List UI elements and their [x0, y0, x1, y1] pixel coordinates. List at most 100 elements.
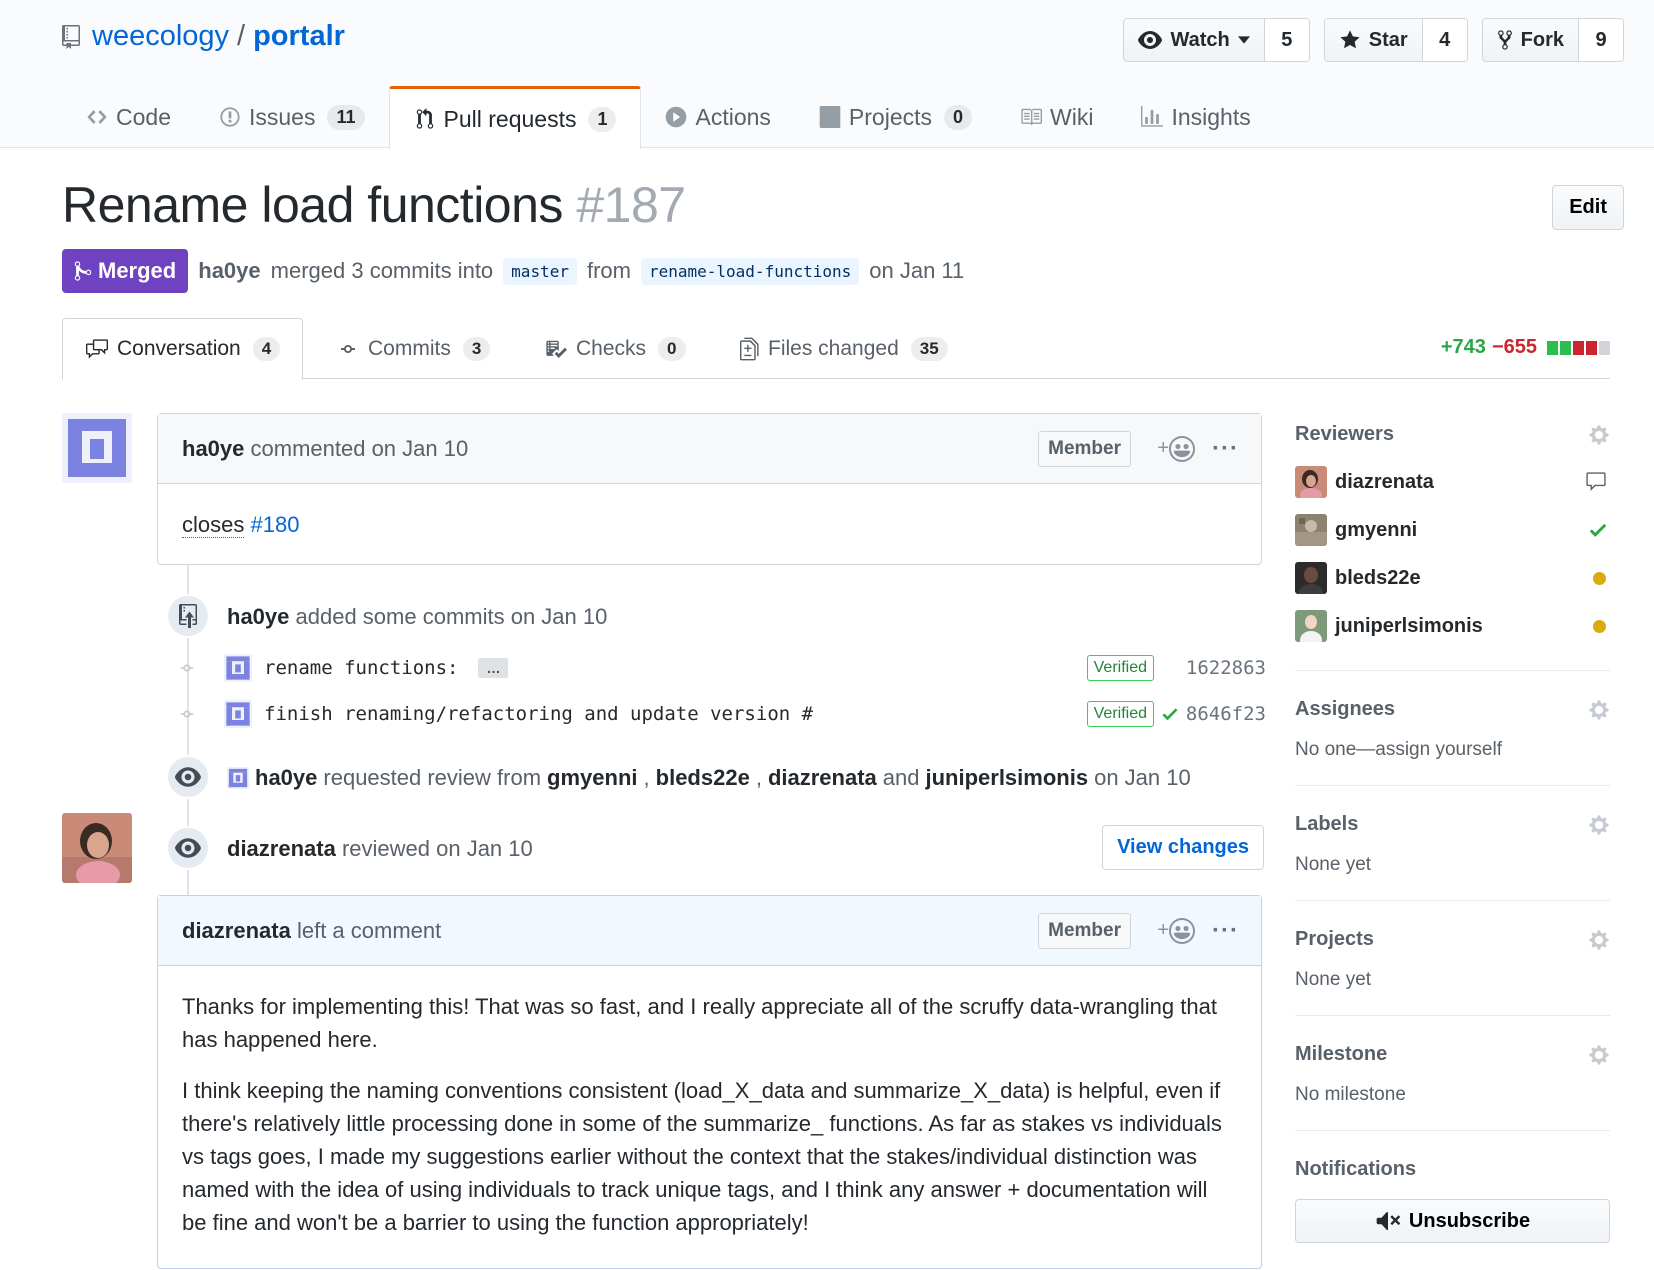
- gear-icon[interactable]: [1588, 424, 1610, 446]
- tab-issues[interactable]: Issues 11: [195, 86, 389, 148]
- more-options-button[interactable]: ···: [1212, 435, 1239, 463]
- assign-yourself-link[interactable]: No one—assign yourself: [1295, 739, 1610, 761]
- gear-icon[interactable]: [1588, 1044, 1610, 1066]
- pr-title-text: Rename load functions: [62, 177, 563, 233]
- from-text: from: [586, 258, 631, 283]
- tab-wiki[interactable]: Wiki: [996, 86, 1117, 148]
- star-label: Star: [1368, 28, 1408, 51]
- gear-icon[interactable]: [1588, 929, 1610, 951]
- edit-title-button[interactable]: Edit: [1552, 185, 1624, 230]
- commit-sha-link[interactable]: 1622863: [1186, 657, 1266, 679]
- repo-owner-link[interactable]: weecology: [92, 20, 229, 53]
- star-count[interactable]: 4: [1422, 19, 1467, 61]
- pr-number: #187: [576, 177, 686, 233]
- avatar[interactable]: [62, 813, 132, 883]
- verified-badge[interactable]: Verified: [1086, 655, 1154, 681]
- tab-files-changed[interactable]: Files changed 35: [740, 318, 948, 379]
- eye-icon: [175, 838, 201, 858]
- additions-count: +743: [1440, 336, 1486, 358]
- star-group: Star 4: [1323, 18, 1468, 62]
- view-changes-button[interactable]: View changes: [1102, 825, 1264, 870]
- unsubscribe-button[interactable]: Unsubscribe: [1295, 1199, 1610, 1243]
- tab-code-label: Code: [116, 103, 171, 130]
- commits-event-author[interactable]: ha0ye: [227, 604, 289, 629]
- commit-sha-link[interactable]: 8646f23: [1186, 703, 1266, 725]
- gear-icon[interactable]: [1588, 814, 1610, 836]
- issue-link[interactable]: #180: [250, 512, 299, 537]
- add-reaction-button[interactable]: +: [1157, 917, 1195, 944]
- watch-label: Watch: [1170, 28, 1230, 51]
- reviewer-item[interactable]: juniperlsimonis: [1295, 602, 1610, 650]
- projects-heading: Projects: [1295, 927, 1374, 950]
- add-reaction-button[interactable]: +: [1157, 435, 1195, 462]
- tab-wiki-label: Wiki: [1050, 103, 1094, 130]
- labels-section: Labels None yet: [1295, 810, 1610, 901]
- commits-event-desc: added some commits on Jan 10: [295, 604, 608, 629]
- projects-counter: 0: [944, 104, 973, 130]
- avatar[interactable]: [227, 767, 249, 789]
- tab-conversation[interactable]: Conversation 4: [62, 318, 304, 380]
- merged-text: merged 3 commits into: [270, 258, 494, 283]
- fork-group: Fork 9: [1481, 18, 1624, 62]
- base-branch[interactable]: master: [503, 257, 577, 285]
- verified-badge[interactable]: Verified: [1086, 701, 1154, 727]
- tab-commits[interactable]: Commits 3: [336, 318, 491, 379]
- unsubscribe-label: Unsubscribe: [1408, 1209, 1531, 1232]
- gear-icon[interactable]: [1588, 699, 1610, 721]
- tab-code[interactable]: Code: [62, 86, 195, 148]
- comment-author[interactable]: ha0ye: [182, 436, 244, 462]
- avatar: [1295, 466, 1327, 498]
- labels-heading: Labels: [1295, 812, 1359, 835]
- tab-projects[interactable]: Projects 0: [795, 86, 996, 148]
- repo-name-link[interactable]: portalr: [253, 20, 345, 53]
- pr-title: Rename load functions #187: [62, 176, 686, 234]
- reviewer-item[interactable]: diazrenata: [1295, 458, 1610, 506]
- tab-insights[interactable]: Insights: [1117, 86, 1274, 148]
- comment-author[interactable]: diazrenata: [182, 918, 291, 944]
- avatar[interactable]: [224, 654, 252, 682]
- review-author[interactable]: diazrenata: [227, 836, 336, 861]
- avatar[interactable]: [62, 413, 132, 483]
- check-icon[interactable]: [1160, 704, 1180, 724]
- expand-commit-button[interactable]: …: [478, 658, 509, 678]
- requested-reviewer-link[interactable]: juniperlsimonis: [925, 765, 1088, 791]
- reviewers-heading: Reviewers: [1295, 422, 1394, 445]
- tab-issues-label: Issues: [248, 103, 316, 130]
- review-request-author[interactable]: ha0ye: [255, 765, 317, 791]
- star-button[interactable]: Star: [1324, 19, 1423, 61]
- head-branch[interactable]: rename-load-functions: [640, 257, 860, 285]
- fork-count[interactable]: 9: [1579, 19, 1623, 61]
- tab-pull-requests[interactable]: Pull requests 1: [388, 86, 642, 149]
- commit-row: rename functions: … Verified 1622863: [176, 648, 1266, 688]
- commit-message-link[interactable]: rename functions:: [264, 657, 458, 679]
- repo-title: weecology / portalr: [62, 20, 345, 53]
- reaction-plus: +: [1157, 437, 1169, 459]
- milestone-heading: Milestone: [1295, 1042, 1388, 1065]
- fork-button[interactable]: Fork: [1482, 19, 1579, 61]
- commit-message-link[interactable]: finish renaming/refactoring and update v…: [264, 703, 813, 725]
- reviewer-item[interactable]: bleds22e: [1295, 554, 1610, 602]
- separator-comma: ,: [643, 765, 650, 790]
- more-options-button[interactable]: ···: [1212, 917, 1239, 945]
- member-badge: Member: [1038, 430, 1131, 467]
- requested-reviewer-link[interactable]: bleds22e: [656, 765, 750, 791]
- requested-reviewer-link[interactable]: diazrenata: [768, 765, 877, 791]
- commit-row: finish renaming/refactoring and update v…: [176, 694, 1266, 734]
- pr-author-link[interactable]: ha0ye: [198, 258, 260, 284]
- member-badge: Member: [1038, 912, 1131, 949]
- tab-checks[interactable]: Checks 0: [544, 318, 686, 379]
- tab-actions[interactable]: Actions: [641, 86, 794, 148]
- tab-files-label: Files changed: [768, 336, 899, 360]
- watch-button[interactable]: Watch: [1124, 19, 1265, 61]
- commit-dot-icon: [176, 703, 198, 725]
- files-counter: 35: [910, 336, 948, 361]
- reviewer-item[interactable]: gmyenni: [1295, 506, 1610, 554]
- reviewers-section: Reviewers diazrenata gmyenni bleds22e ju…: [1295, 420, 1610, 671]
- avatar: [1295, 610, 1327, 642]
- review-comment: diazrenata left a comment Member + ··· T…: [157, 895, 1262, 1269]
- identicon: [62, 413, 132, 483]
- avatar[interactable]: [224, 700, 252, 728]
- watch-count[interactable]: 5: [1264, 19, 1309, 61]
- requested-reviewer-link[interactable]: gmyenni: [547, 765, 637, 791]
- separator-and: and: [882, 765, 920, 790]
